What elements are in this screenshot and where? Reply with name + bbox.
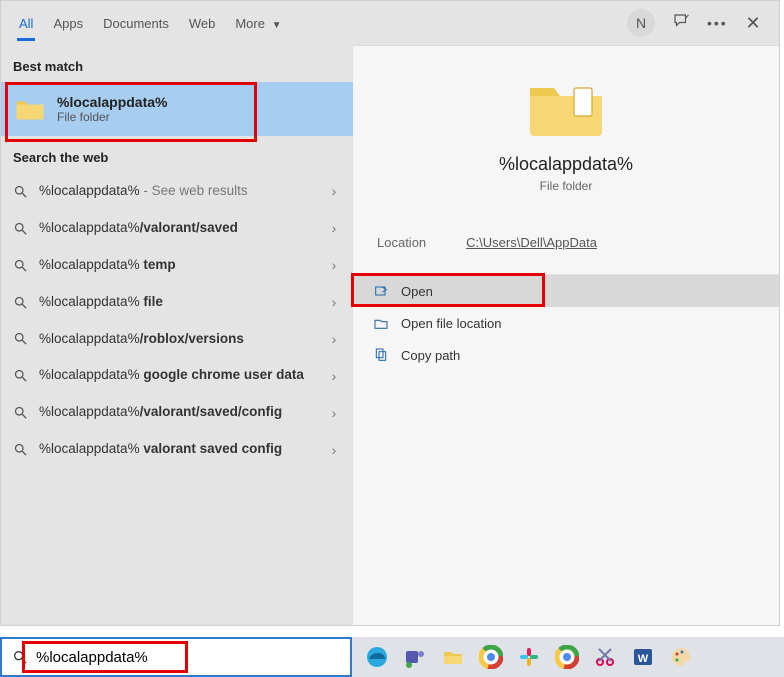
web-result-item[interactable]: %localappdata%/valorant/saved › (1, 210, 353, 247)
action-icon (373, 283, 389, 299)
action-label: Open file location (401, 316, 501, 331)
detail-title: %localappdata% (373, 154, 759, 175)
actions-list: Open Open file location Copy path (353, 275, 779, 371)
location-path[interactable]: C:\Users\Dell\AppData (466, 235, 597, 250)
web-result-text: %localappdata% valorant saved config (39, 441, 317, 458)
chevron-down-icon: ▼ (272, 20, 282, 31)
folder-icon (15, 96, 45, 122)
web-result-text: %localappdata% - See web results (39, 183, 317, 200)
tabs-row: All Apps Documents Web More ▼ N ••• ✕ (1, 1, 779, 45)
tab-all[interactable]: All (9, 6, 43, 41)
search-icon (13, 258, 29, 273)
web-result-item[interactable]: %localappdata% temp › (1, 247, 353, 284)
action-icon (373, 315, 389, 331)
search-icon (13, 368, 29, 383)
search-icon (13, 331, 29, 346)
search-bar[interactable] (0, 637, 352, 677)
title-controls: N ••• ✕ (627, 9, 771, 37)
search-input[interactable] (36, 649, 340, 666)
web-result-item[interactable]: %localappdata%/roblox/versions › (1, 321, 353, 358)
web-result-item[interactable]: %localappdata% valorant saved config › (1, 431, 353, 468)
search-icon (13, 221, 29, 236)
web-result-text: %localappdata% temp (39, 257, 317, 274)
search-icon (13, 295, 29, 310)
tab-documents[interactable]: Documents (93, 6, 179, 41)
svg-text:W: W (638, 653, 649, 665)
taskbar-chrome-icon[interactable] (476, 642, 506, 672)
taskbar-word-icon[interactable]: W (628, 642, 658, 672)
tab-apps[interactable]: Apps (43, 6, 93, 41)
chevron-right-icon[interactable]: › (327, 368, 341, 384)
tab-more-label: More (235, 16, 265, 31)
search-web-header: Search the web (1, 136, 353, 173)
search-icon (13, 184, 29, 199)
taskbar-chrome-alt-icon[interactable] (552, 642, 582, 672)
web-result-item[interactable]: %localappdata% - See web results › (1, 173, 353, 210)
best-match-result[interactable]: %localappdata% File folder (1, 82, 353, 136)
best-match-subtitle: File folder (57, 110, 167, 124)
web-result-text: %localappdata%/valorant/saved (39, 220, 317, 237)
web-result-text: %localappdata% file (39, 294, 317, 311)
chevron-right-icon[interactable]: › (327, 183, 341, 199)
taskbar-edge-icon[interactable] (362, 642, 392, 672)
action-open[interactable]: Open (353, 275, 779, 307)
web-result-item[interactable]: %localappdata% google chrome user data › (1, 357, 353, 394)
action-icon (373, 347, 389, 363)
chevron-right-icon[interactable]: › (327, 442, 341, 458)
chevron-right-icon[interactable]: › (327, 405, 341, 421)
details-column: %localappdata% File folder Location C:\U… (353, 45, 779, 625)
taskbar-snip-icon[interactable] (590, 642, 620, 672)
feedback-icon[interactable] (671, 12, 691, 35)
search-icon (12, 649, 28, 665)
folder-large-icon (526, 76, 606, 140)
close-icon[interactable]: ✕ (743, 13, 763, 34)
web-result-item[interactable]: %localappdata% file › (1, 284, 353, 321)
taskbar-slack-icon[interactable] (514, 642, 544, 672)
user-avatar[interactable]: N (627, 9, 655, 37)
chevron-right-icon[interactable]: › (327, 220, 341, 236)
location-row: Location C:\Users\Dell\AppData (353, 211, 779, 275)
chevron-right-icon[interactable]: › (327, 331, 341, 347)
action-label: Open (401, 284, 433, 299)
web-result-text: %localappdata%/valorant/saved/config (39, 404, 317, 421)
more-options-icon[interactable]: ••• (707, 15, 727, 31)
chevron-right-icon[interactable]: › (327, 294, 341, 310)
search-icon (13, 442, 29, 457)
tab-web[interactable]: Web (179, 6, 226, 41)
best-match-title: %localappdata% (57, 94, 167, 110)
search-icon (13, 405, 29, 420)
results-column: Best match %localappdata% File folder Se… (1, 45, 353, 625)
taskbar-explorer-icon[interactable] (438, 642, 468, 672)
web-result-item[interactable]: %localappdata%/valorant/saved/config › (1, 394, 353, 431)
action-open-file-location[interactable]: Open file location (353, 307, 779, 339)
action-copy-path[interactable]: Copy path (353, 339, 779, 371)
web-result-text: %localappdata% google chrome user data (39, 367, 317, 384)
tab-more[interactable]: More ▼ (225, 6, 291, 41)
location-label: Location (377, 235, 426, 250)
taskbar: W (352, 637, 784, 677)
taskbar-paint-icon[interactable] (666, 642, 696, 672)
action-label: Copy path (401, 348, 460, 363)
best-match-header: Best match (1, 45, 353, 82)
web-result-text: %localappdata%/roblox/versions (39, 331, 317, 348)
chevron-right-icon[interactable]: › (327, 257, 341, 273)
web-results-list: %localappdata% - See web results›%locala… (1, 173, 353, 468)
detail-subtitle: File folder (373, 179, 759, 193)
search-panel: All Apps Documents Web More ▼ N ••• ✕ Be… (0, 0, 780, 626)
taskbar-teams-icon[interactable] (400, 642, 430, 672)
